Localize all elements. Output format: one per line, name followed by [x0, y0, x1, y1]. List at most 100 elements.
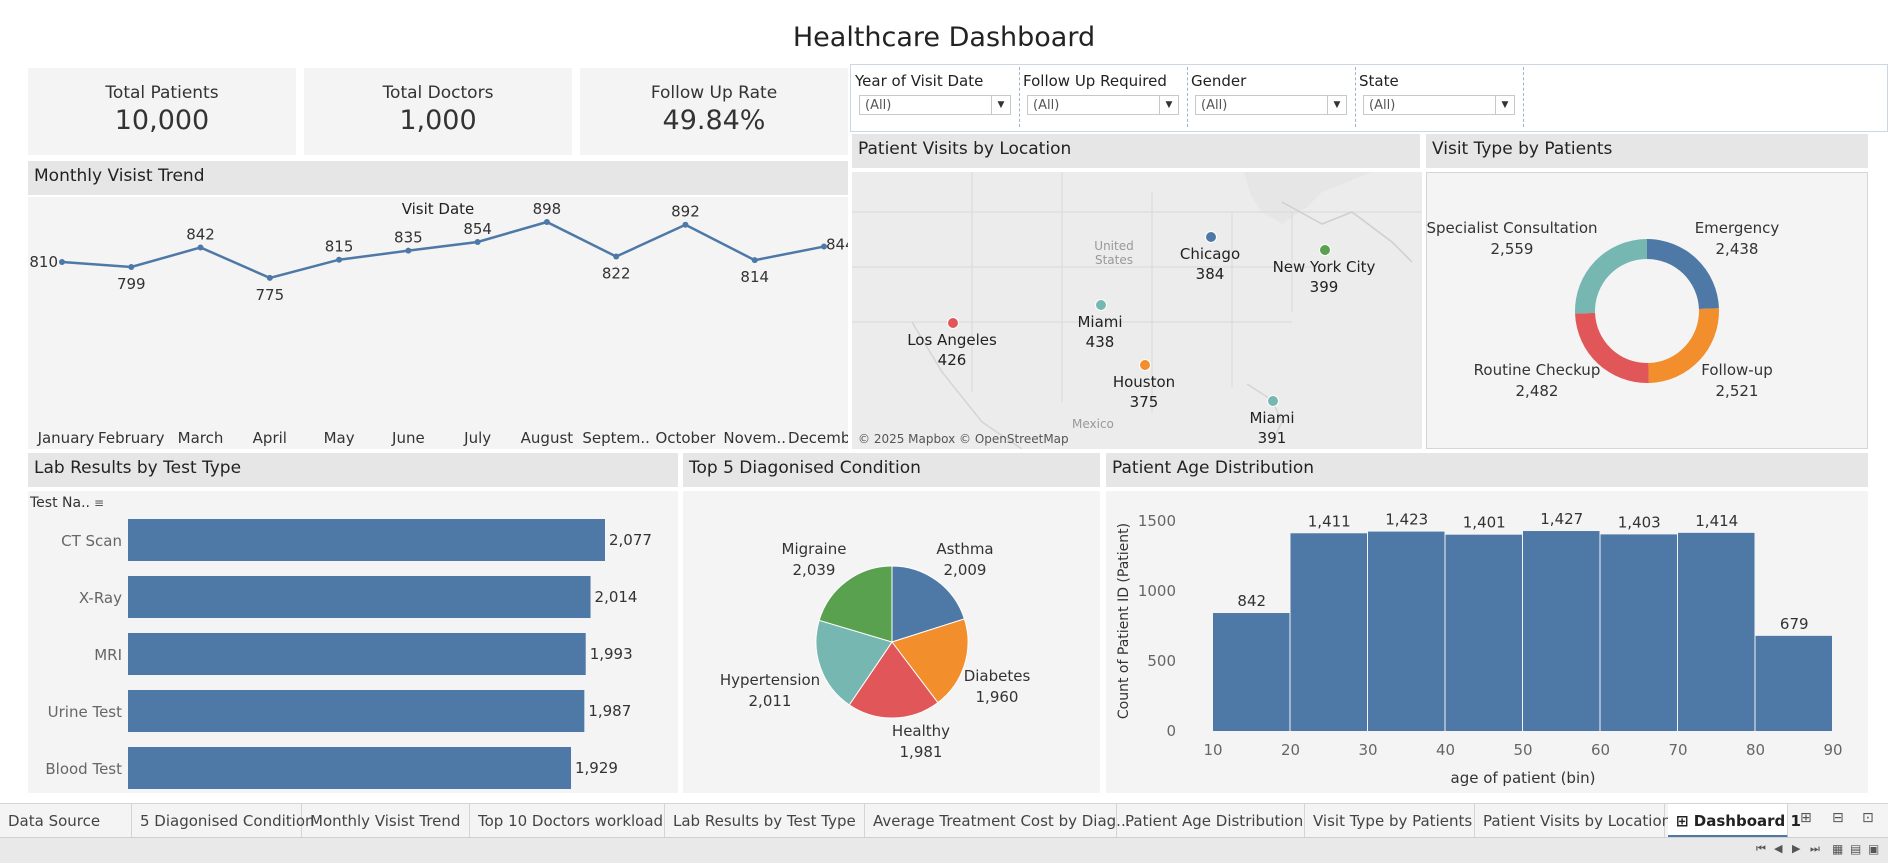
hbar-bar[interactable] [128, 747, 572, 789]
histogram-x-tick: 60 [1591, 741, 1610, 759]
hbar-bar[interactable] [128, 690, 585, 732]
month-tick-label: Septem.. [582, 429, 650, 447]
prev-page-icon[interactable]: ◀ [1774, 842, 1782, 855]
city-marker[interactable] [947, 317, 959, 329]
donut-slice[interactable] [1647, 239, 1719, 309]
grid-view-icon[interactable]: ▦ [1832, 842, 1843, 856]
dropdown-arrow-icon[interactable]: ▼ [1327, 96, 1346, 114]
tab-age-distribution[interactable]: Patient Age Distribution [1117, 804, 1305, 838]
histogram-bar[interactable] [1678, 532, 1755, 731]
filter-label: Follow Up Required [1023, 72, 1167, 90]
histogram-bar[interactable] [1290, 533, 1368, 731]
filter-bar: Year of Visit Date (All) ▼ Follow Up Requ… [850, 64, 1888, 132]
trend-point[interactable] [751, 257, 758, 264]
trend-point[interactable] [474, 239, 481, 245]
kpi-value: 49.84% [662, 105, 766, 136]
dropdown-arrow-icon[interactable]: ▼ [1495, 96, 1514, 114]
location-map[interactable]: United States Mexico © 2025 Mapbox © Open… [852, 172, 1422, 449]
city-marker[interactable] [1267, 395, 1279, 407]
donut-slice[interactable] [1575, 239, 1647, 314]
histogram-bar[interactable] [1445, 534, 1523, 731]
pie-category-label: Healthy [892, 722, 950, 740]
dropdown-arrow-icon[interactable]: ▼ [991, 96, 1010, 114]
histogram-bar[interactable] [1213, 613, 1290, 731]
month-tick-label: April [253, 429, 287, 447]
hbar-bar[interactable] [128, 519, 605, 561]
panel-header-location: Patient Visits by Location [852, 134, 1420, 168]
status-bar: ⏮ ◀ ▶ ⏭ ▦ ▤ ▣ [0, 837, 1888, 863]
line-chart-title: Visit Date [402, 200, 475, 218]
city-value: 384 [1195, 265, 1225, 283]
hbar-value-label: 2,014 [595, 588, 638, 606]
first-page-icon[interactable]: ⏮ [1756, 842, 1766, 856]
tab-top10-doctors[interactable]: Top 10 Doctors workload [470, 804, 665, 838]
pie-value-label: 2,039 [793, 561, 836, 579]
lab-results-panel: Test Na.. ≡ CT Scan 2,077 X-Ray 2,014 MRI 1,993… [28, 491, 678, 793]
histogram-y-tick: 1000 [1138, 582, 1176, 600]
city-label: Miami 391 [1217, 408, 1327, 448]
trend-point[interactable] [128, 264, 135, 270]
histogram-x-tick: 30 [1358, 741, 1377, 759]
select-value: (All) [1033, 98, 1060, 113]
trend-data-label: 810 [29, 253, 58, 271]
city-name: Chicago [1179, 245, 1241, 263]
sort-icon[interactable]: ≡ [94, 496, 104, 510]
tab-data-source[interactable]: Data Source [0, 804, 132, 838]
map-mexico-label: Mexico [1072, 417, 1114, 431]
histogram-value-label: 1,423 [1385, 511, 1428, 529]
new-dashboard-icon[interactable]: ⊟ [1832, 810, 1844, 826]
trend-point[interactable] [613, 253, 620, 260]
histogram-bar[interactable] [1755, 635, 1833, 731]
trend-point[interactable] [197, 244, 204, 251]
tab-avg-treatment-cost[interactable]: Average Treatment Cost by Diag... [865, 804, 1130, 838]
new-worksheet-icon[interactable]: ⊞ [1800, 810, 1812, 826]
filmstrip-icon[interactable]: ▣ [1868, 842, 1879, 856]
trend-point[interactable] [336, 256, 343, 263]
last-page-icon[interactable]: ⏭ [1810, 842, 1820, 856]
hbar-category-label: Blood Test [45, 760, 122, 778]
trend-point[interactable] [266, 274, 273, 281]
hbar-category-label: MRI [94, 646, 122, 664]
panel-header-top5: Top 5 Diagonised Condition [683, 453, 1100, 487]
gender-select[interactable]: (All) ▼ [1195, 95, 1347, 115]
month-tick-label: Novem.. [723, 429, 786, 447]
trend-point[interactable] [682, 221, 689, 228]
trend-point[interactable] [543, 219, 550, 225]
trend-point[interactable] [59, 259, 65, 265]
histogram-bar[interactable] [1368, 531, 1445, 731]
tab-monthly-trend[interactable]: Monthly Visist Trend [302, 804, 470, 838]
pie-category-label: Asthma [936, 540, 993, 558]
hbar-value-label: 1,993 [590, 645, 633, 663]
tab-top5-diagnosed[interactable]: 5 Diagonised Condition [132, 804, 315, 838]
year-of-visit-date-select[interactable]: (All) ▼ [859, 95, 1011, 115]
histogram-bar[interactable] [1523, 531, 1600, 731]
trend-data-label: 854 [463, 220, 492, 238]
trend-data-label: 844 [826, 236, 848, 254]
hbar-bar[interactable] [128, 633, 586, 675]
state-select[interactable]: (All) ▼ [1363, 95, 1515, 115]
lab-results-bar-chart: Test Na.. ≡ CT Scan 2,077 X-Ray 2,014 MRI 1,993… [29, 495, 652, 789]
list-view-icon[interactable]: ▤ [1850, 842, 1861, 856]
select-value: (All) [865, 98, 892, 113]
new-story-icon[interactable]: ⊡ [1862, 810, 1874, 826]
tab-dashboard-1[interactable]: ⊞ Dashboard 1 [1668, 804, 1801, 838]
dropdown-arrow-icon[interactable]: ▼ [1159, 96, 1178, 114]
follow-up-required-select[interactable]: (All) ▼ [1027, 95, 1179, 115]
hbar-bar[interactable] [128, 576, 591, 618]
city-marker[interactable] [1139, 359, 1151, 371]
histogram-bar[interactable] [1600, 534, 1678, 731]
tab-visits-location[interactable]: Patient Visits by Location [1475, 804, 1671, 838]
histogram-x-tick: 90 [1823, 741, 1842, 759]
next-page-icon[interactable]: ▶ [1792, 842, 1800, 855]
monthly-trend-panel: Visit Date 810 January 799 February 842 March 7… [28, 197, 860, 449]
pie-value-label: 2,011 [749, 692, 792, 710]
tab-lab-results[interactable]: Lab Results by Test Type [665, 804, 865, 838]
city-marker[interactable] [1205, 231, 1217, 243]
kpi-label: Total Doctors [382, 83, 494, 103]
trend-point[interactable] [405, 247, 412, 254]
tab-visit-type[interactable]: Visit Type by Patients [1305, 804, 1475, 838]
city-name: Houston [1112, 373, 1176, 391]
city-marker[interactable] [1095, 299, 1107, 311]
histogram-value-label: 842 [1237, 592, 1266, 610]
city-marker[interactable] [1319, 244, 1331, 256]
